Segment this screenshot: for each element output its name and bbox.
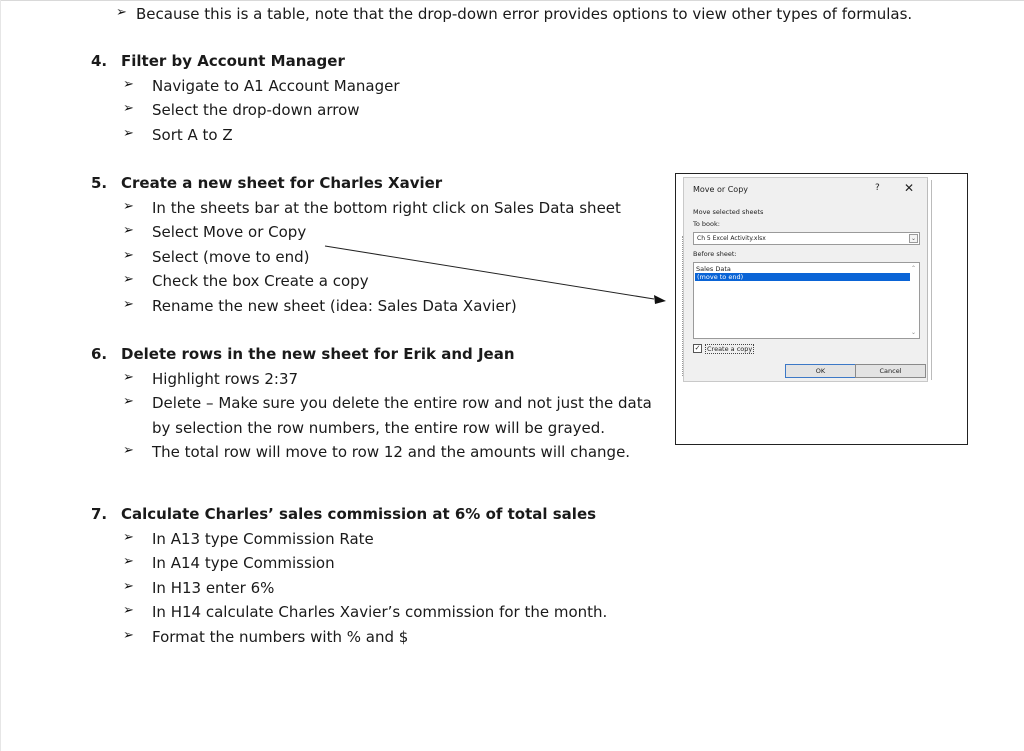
scroll-down-icon[interactable]: ⌄ [911, 329, 916, 336]
list-item-sales-data[interactable]: Sales Data [696, 265, 731, 273]
pointer-arrow-head [654, 295, 666, 304]
bullet-arrow-icon: ➢ [123, 394, 134, 409]
dialog-title: Move or Copy [693, 185, 749, 194]
bullet-arrow-icon: ➢ [123, 370, 134, 385]
close-icon[interactable]: ✕ [904, 181, 914, 195]
section-heading: Calculate Charles’ sales commission at 6… [121, 505, 597, 523]
move-selected-label: Move selected sheets [693, 208, 764, 216]
move-or-copy-dialog: Move or Copy ? ✕ Move selected sheets To… [683, 177, 928, 382]
scroll-up-icon[interactable]: ⌃ [911, 265, 916, 272]
bullet-arrow-icon: ➢ [123, 554, 134, 569]
before-sheet-list[interactable]: Sales Data (move to end) ⌃ ⌄ [693, 262, 920, 339]
list-item-move-to-end[interactable]: (move to end) [695, 273, 910, 281]
bullet-arrow-icon: ➢ [123, 628, 134, 643]
list-item: Format the numbers with % and $ [152, 628, 409, 646]
list-item-continuation: by selection the row numbers, the entire… [152, 419, 606, 437]
list-item: Highlight rows 2:37 [152, 370, 299, 388]
list-item: In A14 type Commission [152, 554, 335, 572]
bullet-arrow-icon: ➢ [123, 530, 134, 545]
before-sheet-label: Before sheet: [693, 250, 737, 258]
list-item: Delete – Make sure you delete the entire… [152, 394, 652, 412]
list-item: The total row will move to row 12 and th… [152, 443, 631, 461]
list-item: In H14 calculate Charles Xavier’s commis… [152, 603, 608, 621]
ok-button[interactable]: OK [785, 364, 856, 378]
to-book-dropdown[interactable]: Ch 5 Excel Activity.xlsx ⌄ [693, 232, 920, 245]
dialog-side-edge [927, 180, 932, 380]
pointer-arrow-line [324, 245, 655, 300]
section-number: 7. [91, 505, 108, 523]
bullet-arrow-icon: ➢ [123, 603, 134, 618]
create-copy-checkbox[interactable]: ✓ [693, 344, 702, 353]
to-book-value: Ch 5 Excel Activity.xlsx [697, 235, 766, 242]
cancel-button[interactable]: Cancel [855, 364, 926, 378]
list-item: In A13 type Commission Rate [152, 530, 374, 548]
section-heading: Delete rows in the new sheet for Erik an… [121, 345, 515, 363]
to-book-label: To book: [693, 220, 720, 228]
help-icon[interactable]: ? [875, 183, 880, 193]
section-number: 6. [91, 345, 108, 363]
create-copy-label[interactable]: Create a copy [705, 344, 755, 354]
bullet-arrow-icon: ➢ [123, 443, 134, 458]
chevron-down-icon[interactable]: ⌄ [909, 234, 918, 243]
list-item: In H13 enter 6% [152, 579, 275, 597]
bullet-arrow-icon: ➢ [123, 579, 134, 594]
